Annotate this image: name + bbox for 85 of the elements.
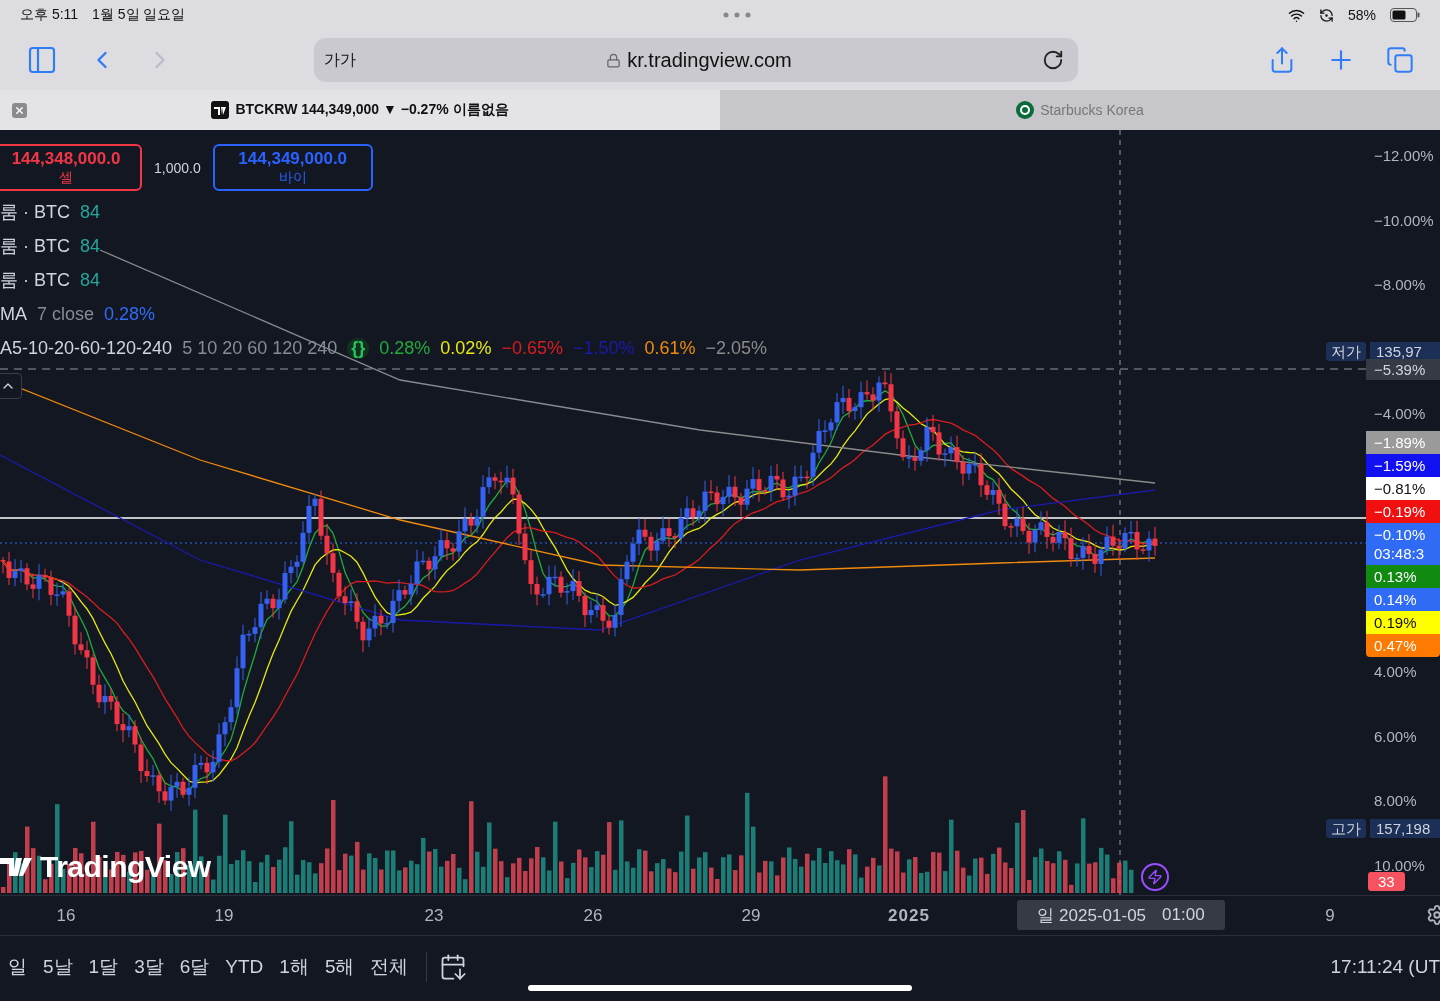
axis-tick-label: −4.00% — [1374, 404, 1426, 422]
indicator-value: 84 — [80, 201, 101, 223]
time-axis-label: 16 — [56, 906, 76, 926]
range-button[interactable]: 전체 — [364, 949, 415, 984]
high-value: 157,198 — [1370, 819, 1440, 838]
axis-tick-label: −10.00% — [1374, 211, 1434, 228]
range-button[interactable]: YTD — [219, 951, 270, 982]
sidebar-icon — [26, 44, 58, 76]
calendar-icon — [439, 952, 468, 981]
time-axis-label: 2025 — [888, 906, 930, 926]
calendar-button[interactable] — [439, 952, 468, 981]
range-button[interactable]: 6달 — [173, 949, 216, 984]
indicator-name: 룸 · BTC — [0, 201, 70, 224]
address-bar[interactable]: 가가 kr.tradingview.com — [314, 38, 1078, 82]
indicator-value: −2.05% — [705, 337, 768, 359]
circular-arrow-icon — [1318, 7, 1334, 23]
close-tab-button[interactable] — [12, 103, 27, 118]
range-button[interactable]: 5해 — [318, 949, 361, 984]
range-button[interactable]: 3달 — [128, 949, 170, 984]
volume-tag: 33 — [1368, 872, 1405, 891]
lock-icon — [606, 52, 622, 68]
lightning-icon — [1147, 869, 1163, 885]
logo-icon — [211, 101, 230, 119]
logo-icon — [1016, 101, 1035, 119]
indicator-value: 0.02% — [440, 337, 492, 359]
axis-tick-label: 6.00% — [1374, 727, 1417, 744]
time-axis-label: 9 — [1325, 906, 1335, 926]
price-tag: 0.47% — [1366, 634, 1440, 657]
indicator-name: 룸 · BTC — [0, 269, 70, 292]
price-tag: −1.89% — [1366, 431, 1440, 454]
range-button[interactable]: 1해 — [273, 949, 315, 984]
sidebar-button[interactable] — [26, 44, 58, 76]
browser-tab[interactable]: BTCKRW 144,349,000 ▼ −0.27% 이름없음 — [0, 90, 720, 130]
time-axis-label: 19 — [214, 906, 234, 926]
buy-button[interactable]: 144,349,000.0 바이 — [212, 144, 373, 191]
battery-percentage: 58% — [1347, 7, 1376, 23]
clock-text: 17:11:24 (UT — [1330, 955, 1440, 978]
battery-icon — [1390, 8, 1420, 22]
price-tag: −0.81% — [1366, 477, 1440, 500]
tabs-button[interactable] — [1386, 46, 1414, 74]
crosshair-time: 일 2025-01-05 01:00 — [1017, 900, 1225, 930]
range-button[interactable]: 5날 — [37, 949, 79, 984]
status-date: 1월 5일 일요일 — [92, 6, 186, 24]
low-label: 저가 — [1326, 342, 1366, 361]
axis-tick-label: −8.00% — [1374, 275, 1426, 293]
axis-tick-label: 8.00% — [1374, 791, 1417, 809]
range-button[interactable]: 일 — [2, 949, 33, 984]
status-time: 오후 5:11 — [20, 6, 79, 24]
time-axis-label: 26 — [583, 906, 603, 926]
url-text: kr.tradingview.com — [627, 48, 792, 72]
price-tag: 0.14% — [1366, 588, 1440, 611]
collapse-button[interactable] — [0, 373, 22, 399]
high-label: 고가 — [1326, 819, 1366, 838]
price-tag: 0.19% — [1366, 611, 1440, 634]
indicator-name: A5-10-20-60-120-240 — [0, 337, 173, 359]
close-icon — [14, 105, 25, 116]
indicator-value: 0.28% — [379, 337, 431, 359]
price-tag: −0.10% 03:48:3 — [1366, 523, 1440, 565]
indicator-value: 0.28% — [104, 303, 156, 325]
price-tag: −1.59% — [1366, 454, 1440, 477]
tabs-icon — [1386, 46, 1414, 74]
more-dots-icon[interactable] — [722, 12, 751, 18]
indicator-value: 84 — [80, 235, 101, 257]
source-code-button[interactable]: {} — [347, 337, 370, 359]
axis-tick-label: −12.00% — [1374, 146, 1434, 164]
axis-tick-label: 4.00% — [1374, 662, 1417, 680]
time-axis-label: 23 — [424, 906, 444, 926]
indicator-name: 룸 · BTC — [0, 235, 70, 258]
indicator-value: −1.50% — [572, 337, 635, 359]
sell-button[interactable]: 144,348,000.0 셀 — [0, 144, 142, 191]
indicator-value: 84 — [80, 269, 101, 291]
indicator-params: 7 close — [37, 303, 95, 325]
price-tag: −0.19% — [1366, 500, 1440, 523]
range-button[interactable]: 1달 — [82, 949, 125, 984]
time-axis-label: 29 — [741, 906, 761, 926]
crosshair-value: −5.39% — [1366, 359, 1440, 380]
lightning-button[interactable] — [1141, 863, 1169, 891]
spread-value: 1,000.0 — [154, 159, 201, 176]
indicator-value: 0.61% — [644, 337, 696, 359]
axis-tick-label: 10.00% — [1374, 856, 1425, 873]
text-size-button[interactable]: 가가 — [324, 49, 356, 71]
indicator-name: MA — [0, 303, 27, 325]
price-tag: 0.13% — [1366, 565, 1440, 588]
reload-icon[interactable] — [1042, 49, 1064, 71]
indicator-value: −0.65% — [501, 337, 563, 359]
